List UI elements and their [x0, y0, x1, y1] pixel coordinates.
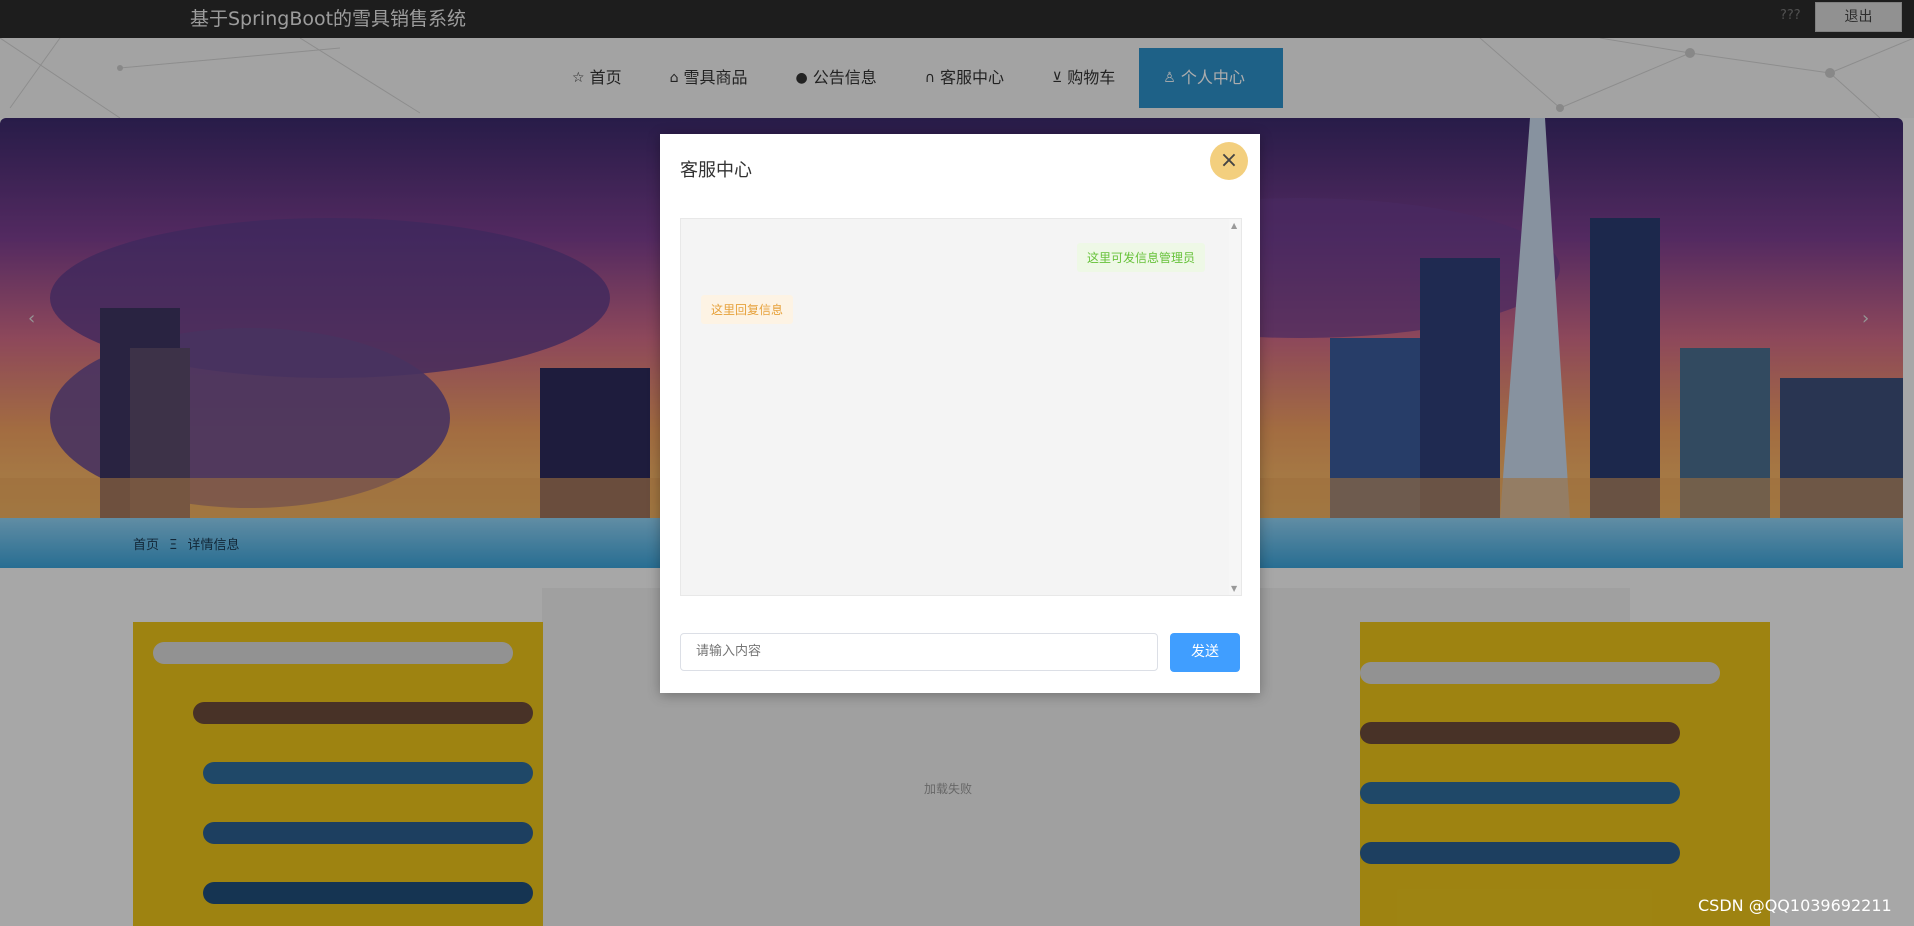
- chat-history[interactable]: 这里可发信息管理员 这里回复信息 ▲ ▼: [680, 218, 1242, 596]
- close-icon[interactable]: ×: [1210, 142, 1248, 180]
- chat-scrollbar[interactable]: ▲ ▼: [1229, 219, 1241, 595]
- send-button[interactable]: 发送: [1170, 633, 1240, 672]
- scroll-up-icon[interactable]: ▲: [1231, 221, 1237, 230]
- chat-message-sent: 这里可发信息管理员: [1076, 243, 1205, 272]
- watermark: CSDN @QQ1039692211: [1698, 896, 1892, 915]
- message-input[interactable]: [680, 633, 1158, 671]
- dialog-title: 客服中心: [680, 160, 752, 181]
- scroll-down-icon[interactable]: ▼: [1231, 584, 1237, 593]
- chat-message-received: 这里回复信息: [701, 295, 794, 324]
- customer-service-dialog: 客服中心 × 这里可发信息管理员 这里回复信息 ▲ ▼ 发送: [660, 134, 1260, 693]
